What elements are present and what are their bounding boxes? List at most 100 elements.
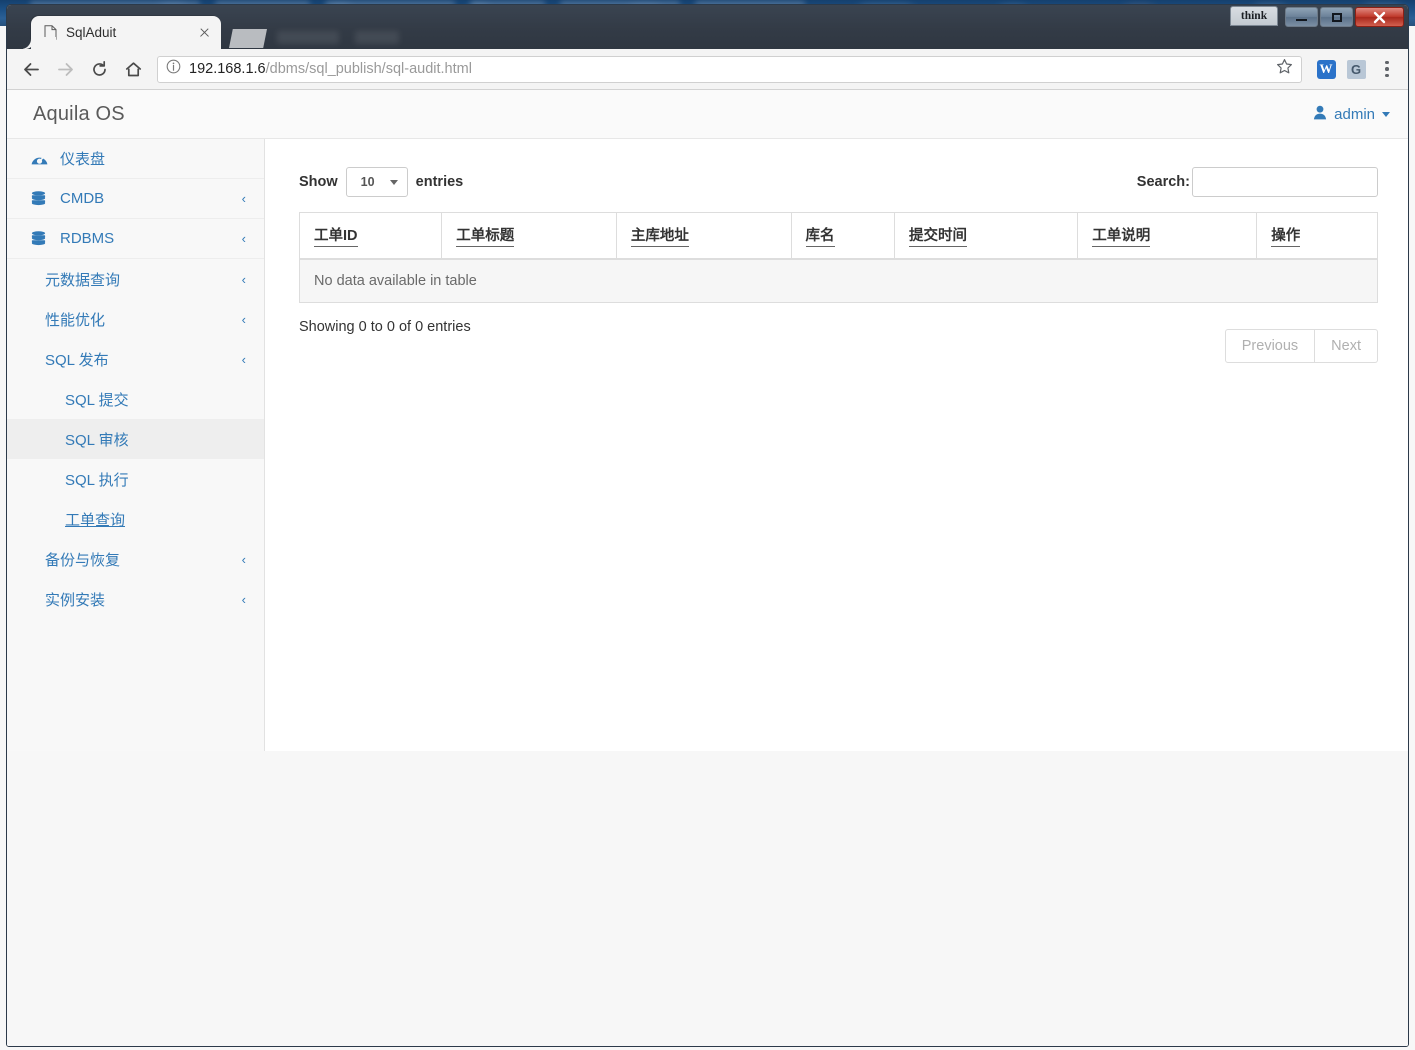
browser-toolbar: 192.168.1.6/dbms/sql_publish/sql-audit.h…: [7, 49, 1408, 90]
chevron-down-icon: [1382, 111, 1390, 117]
minimize-icon: [1296, 19, 1307, 21]
browser-tab-title: SqlAduit: [66, 25, 117, 40]
sidebar-item-label: SQL 审核: [65, 431, 129, 449]
sidebar-item-backup-restore[interactable]: 备份与恢复 ‹: [7, 539, 264, 579]
datatable-info: Showing 0 to 0 of 0 entries: [299, 319, 471, 335]
reload-icon[interactable]: [83, 53, 115, 85]
wps-extension-label: W: [1316, 59, 1336, 79]
sidebar-item-label: 元数据查询: [45, 271, 121, 289]
entries-select[interactable]: 10: [345, 167, 408, 197]
sidebar-item-rdbms[interactable]: RDBMS ‹: [7, 219, 264, 259]
sidebar-item-cmdb[interactable]: CMDB ‹: [7, 179, 264, 219]
sidebar-item-dashboard[interactable]: 仪表盘: [7, 139, 264, 179]
sidebar-item-metadata-query[interactable]: 元数据查询 ‹: [7, 259, 264, 299]
minimize-button[interactable]: [1285, 7, 1318, 27]
page-body: 仪表盘 CMDB ‹ RDBMS ‹ 元数据查询 ‹ 性能优化 ‹ SQL 发布…: [7, 139, 1408, 751]
page-icon: [44, 25, 57, 40]
sidebar-item-sql-execute[interactable]: SQL 执行: [7, 459, 264, 499]
url-host: 192.168.1.6: [189, 61, 266, 77]
page-background-area: [7, 751, 1408, 1046]
search-label: Search:: [1136, 174, 1190, 190]
google-translate-label: G: [1346, 59, 1366, 79]
user-name: admin: [1334, 105, 1375, 123]
chevron-left-icon: ‹: [241, 351, 246, 367]
sidebar-item-label: CMDB: [60, 190, 105, 207]
back-arrow-icon[interactable]: [15, 53, 47, 85]
user-menu[interactable]: admin: [1313, 105, 1390, 124]
url-text: 192.168.1.6/dbms/sql_publish/sql-audit.h…: [189, 61, 472, 77]
column-header-actions[interactable]: 操作: [1256, 212, 1378, 260]
sidebar-item-label: 工单查询: [65, 511, 126, 529]
sidebar-item-label: RDBMS: [60, 230, 115, 247]
info-circle-icon[interactable]: [166, 59, 181, 79]
maximize-icon: [1331, 12, 1342, 22]
wps-extension-icon[interactable]: W: [1312, 55, 1340, 83]
datatable-panel: Show 10 entries Search: 工单ID 工单标题 主库地址 库…: [299, 165, 1378, 377]
column-header-ticket-title[interactable]: 工单标题: [441, 212, 617, 260]
sidebar-item-label: 实例安装: [45, 591, 106, 609]
close-icon: [1373, 11, 1386, 23]
app-header: Aquila OS admin: [7, 90, 1408, 139]
sidebar-item-label: SQL 执行: [65, 471, 129, 489]
think-badge: think: [1230, 6, 1278, 26]
chevron-left-icon: ‹: [241, 191, 246, 206]
column-header-ticket-id[interactable]: 工单ID: [299, 212, 443, 260]
sidebar-item-label: SQL 提交: [65, 391, 129, 409]
database-icon: [31, 230, 51, 247]
database-icon: [31, 190, 51, 207]
browser-tab[interactable]: SqlAduit: [31, 16, 221, 49]
web-page: Aquila OS admin 仪表盘 CMDB ‹ RDBMS ‹ 元数据查询…: [7, 90, 1408, 1046]
address-bar[interactable]: 192.168.1.6/dbms/sql_publish/sql-audit.h…: [157, 55, 1302, 83]
page-title: Aquila OS: [33, 102, 125, 125]
column-header-submit-time[interactable]: 提交时间: [894, 212, 1079, 260]
url-path: /dbms/sql_publish/sql-audit.html: [265, 61, 472, 77]
window-caption-buttons: [1283, 6, 1404, 28]
chevron-left-icon: ‹: [241, 591, 246, 607]
sidebar-item-sql-publish[interactable]: SQL 发布 ‹: [7, 339, 264, 379]
datatable-controls: Show 10 entries Search:: [299, 165, 1378, 199]
table-header-row: 工单ID 工单标题 主库地址 库名 提交时间 工单说明 操作: [299, 212, 1378, 260]
previous-page-button[interactable]: Previous: [1224, 329, 1316, 363]
close-window-button[interactable]: [1355, 7, 1404, 27]
entries-length-control: Show 10 entries: [299, 167, 463, 197]
close-icon[interactable]: [196, 24, 213, 41]
next-page-button[interactable]: Next: [1315, 329, 1378, 363]
sidebar-item-label: 备份与恢复: [45, 551, 121, 569]
browser-tab-strip: SqlAduit think: [7, 5, 1408, 49]
empty-message: No data available in table: [299, 259, 1378, 303]
chevron-left-icon: ‹: [241, 271, 246, 287]
table-body: No data available in table: [299, 259, 1378, 303]
maximize-button[interactable]: [1320, 7, 1353, 27]
forward-arrow-icon: [49, 53, 81, 85]
main-content: Show 10 entries Search: 工单ID 工单标题 主库地址 库…: [265, 139, 1408, 751]
chevron-left-icon: ‹: [241, 231, 246, 246]
sidebar-item-label: 性能优化: [45, 311, 106, 329]
show-label: Show: [299, 174, 338, 190]
datatable-search: Search:: [1137, 167, 1378, 197]
home-icon[interactable]: [117, 53, 149, 85]
chevron-left-icon: ‹: [241, 551, 246, 567]
tickets-table: 工单ID 工单标题 主库地址 库名 提交时间 工单说明 操作 No data a…: [299, 212, 1378, 303]
new-tab-button[interactable]: [229, 29, 267, 48]
column-header-ticket-description[interactable]: 工单说明: [1077, 212, 1258, 260]
column-header-master-address[interactable]: 主库地址: [616, 212, 792, 260]
column-header-db-name[interactable]: 库名: [791, 212, 896, 260]
sidebar-item-performance-tuning[interactable]: 性能优化 ‹: [7, 299, 264, 339]
google-translate-extension-icon[interactable]: G: [1342, 55, 1370, 83]
user-icon: [1313, 105, 1327, 124]
sidebar-item-ticket-query[interactable]: 工单查询: [7, 499, 264, 539]
sidebar-item-instance-install[interactable]: 实例安装 ‹: [7, 579, 264, 619]
search-input[interactable]: [1192, 167, 1378, 197]
table-row-empty: No data available in table: [299, 259, 1378, 303]
datatable-footer: Showing 0 to 0 of 0 entries Previous Nex…: [299, 317, 1378, 377]
sidebar-item-sql-submit[interactable]: SQL 提交: [7, 379, 264, 419]
sidebar-item-sql-audit[interactable]: SQL 审核: [7, 419, 264, 459]
sidebar-item-label: SQL 发布: [45, 351, 109, 369]
entries-label: entries: [415, 174, 464, 190]
sidebar: 仪表盘 CMDB ‹ RDBMS ‹ 元数据查询 ‹ 性能优化 ‹ SQL 发布…: [7, 139, 265, 751]
chevron-down-icon: [389, 179, 398, 185]
star-icon[interactable]: [1276, 58, 1293, 80]
chevron-left-icon: ‹: [241, 311, 246, 327]
browser-window: SqlAduit think 192.168.1.6/dbms/sql_publ…: [6, 4, 1409, 1047]
kebab-menu-icon[interactable]: [1374, 55, 1400, 83]
